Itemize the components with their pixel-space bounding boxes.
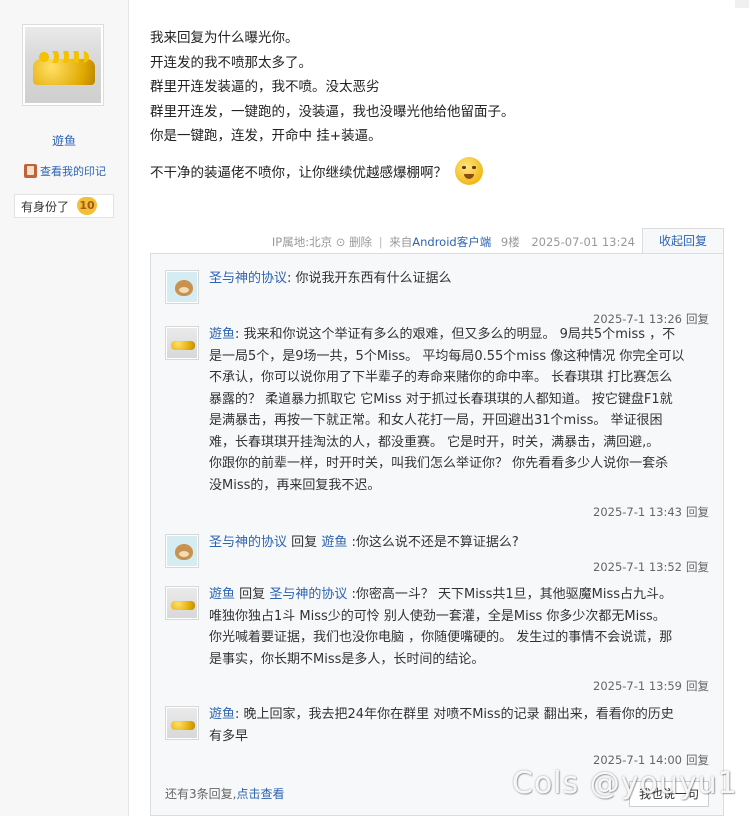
reply-to-user[interactable]: 圣与神的协议 — [269, 587, 347, 602]
reply-button[interactable]: 回复 — [686, 560, 709, 574]
reply-button[interactable]: 回复 — [686, 679, 709, 693]
reply-time: 2025-7-1 14:00 — [593, 753, 682, 767]
collapse-replies-button[interactable]: 收起回复 — [642, 228, 724, 254]
reply-button[interactable]: 回复 — [686, 505, 709, 519]
reply-text: 你说我开东西有什么证据么 — [295, 271, 452, 286]
source-prefix: 来自 — [389, 235, 413, 249]
reply-button[interactable]: 回复 — [686, 753, 709, 767]
blush-emoji-icon — [455, 156, 483, 185]
reply-text: :你这么说不还是不算证据么? — [351, 535, 519, 550]
reply-text: 唯独你独占1斗 Miss少的可怜 别人使劲一套灌，全是Miss 你多少次都无Mi… — [209, 608, 666, 624]
reply-author[interactable]: 圣与神的协议 — [209, 271, 287, 286]
reply-to-user[interactable]: 遊鱼 — [321, 535, 347, 550]
more-replies-count: 还有3条回复, — [165, 787, 237, 801]
reply-text: 你跟你的前辈一样，时开时关，叫我们怎么举证你？ 你先看看多少人说你一套杀 — [209, 456, 669, 471]
gold-avatar-icon[interactable] — [165, 326, 199, 360]
post-body: 我来回复为什么曝光你。 开连发的我不喷那太多了。 群里开连发装逼的，我不喷。没太… — [150, 26, 720, 189]
corner-divider — [735, 0, 749, 8]
reply-panel: 圣与神的协议: 你说我开东西有什么证据么 2025-7-1 13:26 回复 遊鱼… — [150, 253, 724, 816]
reply-to-prefix: 回复 — [239, 587, 266, 602]
reply-text: 有多早 — [209, 728, 249, 744]
view-seal-label: 查看我的印记 — [40, 165, 106, 178]
reply-text: 是满暴击，再按一下就正常。和女人花打一局，开回避出31个miss。 举证很困 — [209, 413, 663, 428]
post-last-line: 不干净的装逼佬不喷你，让你继续优越感爆棚啊？ — [150, 153, 720, 189]
reply-text: 难，长春琪琪开挂淘汰的人，都没重赛。 它是时开，时关，满暴击，满回避,。 — [209, 434, 660, 450]
cat-avatar-icon[interactable] — [165, 534, 199, 568]
author-sidebar: 遊鱼 查看我的印记 有身份了 10 — [0, 0, 129, 816]
reply-time: 2025-7-1 13:52 — [593, 560, 682, 574]
reply-time: 2025-7-1 13:43 — [593, 505, 682, 519]
post-line: 群里开连发装逼的，我不喷。没太恶劣 — [150, 79, 380, 96]
post-line: 开连发的我不喷那太多了。 — [150, 54, 312, 71]
post-line: 不干净的装逼佬不喷你，让你继续优越感爆棚啊？ — [150, 164, 447, 181]
reply-text: 不承认，你可以说你用了下半辈子的寿命来赌你的命中率。 长春琪琪 打比赛怎么 — [209, 370, 673, 385]
reply-text: 暴露的？ 柔道暴力抓取它 它Miss 对于抓过长春琪琪的人都知道。 按它键盘F1… — [209, 391, 673, 407]
more-replies: 还有3条回复,点击查看 — [165, 785, 284, 802]
rank-label: 有身份了 — [21, 199, 70, 214]
level-badge: 10 — [77, 197, 98, 215]
floor-number: 9楼 — [500, 235, 520, 249]
reply-author[interactable]: 圣与神的协议 — [209, 535, 287, 550]
post-meta: IP属地:北京 ⊙ 删除 | 来自Android客户端 9楼 2025-07-0… — [271, 235, 635, 249]
view-more-link[interactable]: 点击查看 — [236, 787, 284, 801]
author-avatar[interactable] — [22, 24, 104, 106]
cat-avatar-icon[interactable] — [165, 270, 199, 304]
reply-text: 没Miss的，再来回复我不迟。 — [209, 477, 381, 493]
post-datetime: 2025-07-01 13:24 — [531, 235, 635, 249]
post-line: 你是一键跑，连发，开命中 挂+装逼。 — [150, 128, 382, 145]
member-rank[interactable]: 有身份了 10 — [14, 194, 114, 218]
reply-author[interactable]: 遊鱼 — [209, 587, 235, 602]
watermark: Cols @youyu1 — [512, 766, 738, 801]
reply-author[interactable]: 遊鱼 — [209, 707, 235, 722]
reply-text: 是一局5个，是9场一共，5个Miss。 平均每局0.55个miss 像这种情况 … — [209, 348, 685, 364]
reply-to-prefix: 回复 — [291, 535, 318, 550]
client-link[interactable]: Android客户端 — [412, 235, 491, 249]
reply-text: :你密高一斗？ 天下Miss共1旦，其他驱魔Miss占九斗。 — [351, 587, 673, 602]
reply-text: 是事实，你长期不Miss是多人，长时间的结论。 — [209, 651, 485, 667]
reply-time: 2025-7-1 13:59 — [593, 679, 682, 693]
gold-avatar-icon[interactable] — [165, 586, 199, 620]
post-line: 群里开连发，一键跑的，没装逼，我也没曝光他给他留面子。 — [150, 103, 515, 120]
seal-book-icon — [24, 164, 37, 178]
delete-link[interactable]: ⊙ 删除 — [336, 235, 372, 249]
reply-text: 你光喊着要证据，我们也没你电脑 ，你随便嘴硬的。 发生过的事情不会说谎，那 — [209, 630, 673, 645]
reply-text: 晚上回家，我去把24年你在群里 对喷不Miss的记录 翻出来，看看你的历史 — [243, 707, 674, 722]
view-seal-link[interactable]: 查看我的印记 — [24, 163, 106, 179]
post-line: 我来回复为什么曝光你。 — [150, 30, 299, 46]
reply-text: 我来和你说这个举证有多么的艰难，但又多么的明显。 9局共5个miss ，不 — [243, 327, 676, 342]
reply-author[interactable]: 遊鱼 — [209, 327, 235, 342]
ip-location: IP属地:北京 — [271, 235, 333, 249]
author-username[interactable]: 遊鱼 — [0, 132, 128, 149]
gold-avatar-icon[interactable] — [165, 706, 199, 740]
